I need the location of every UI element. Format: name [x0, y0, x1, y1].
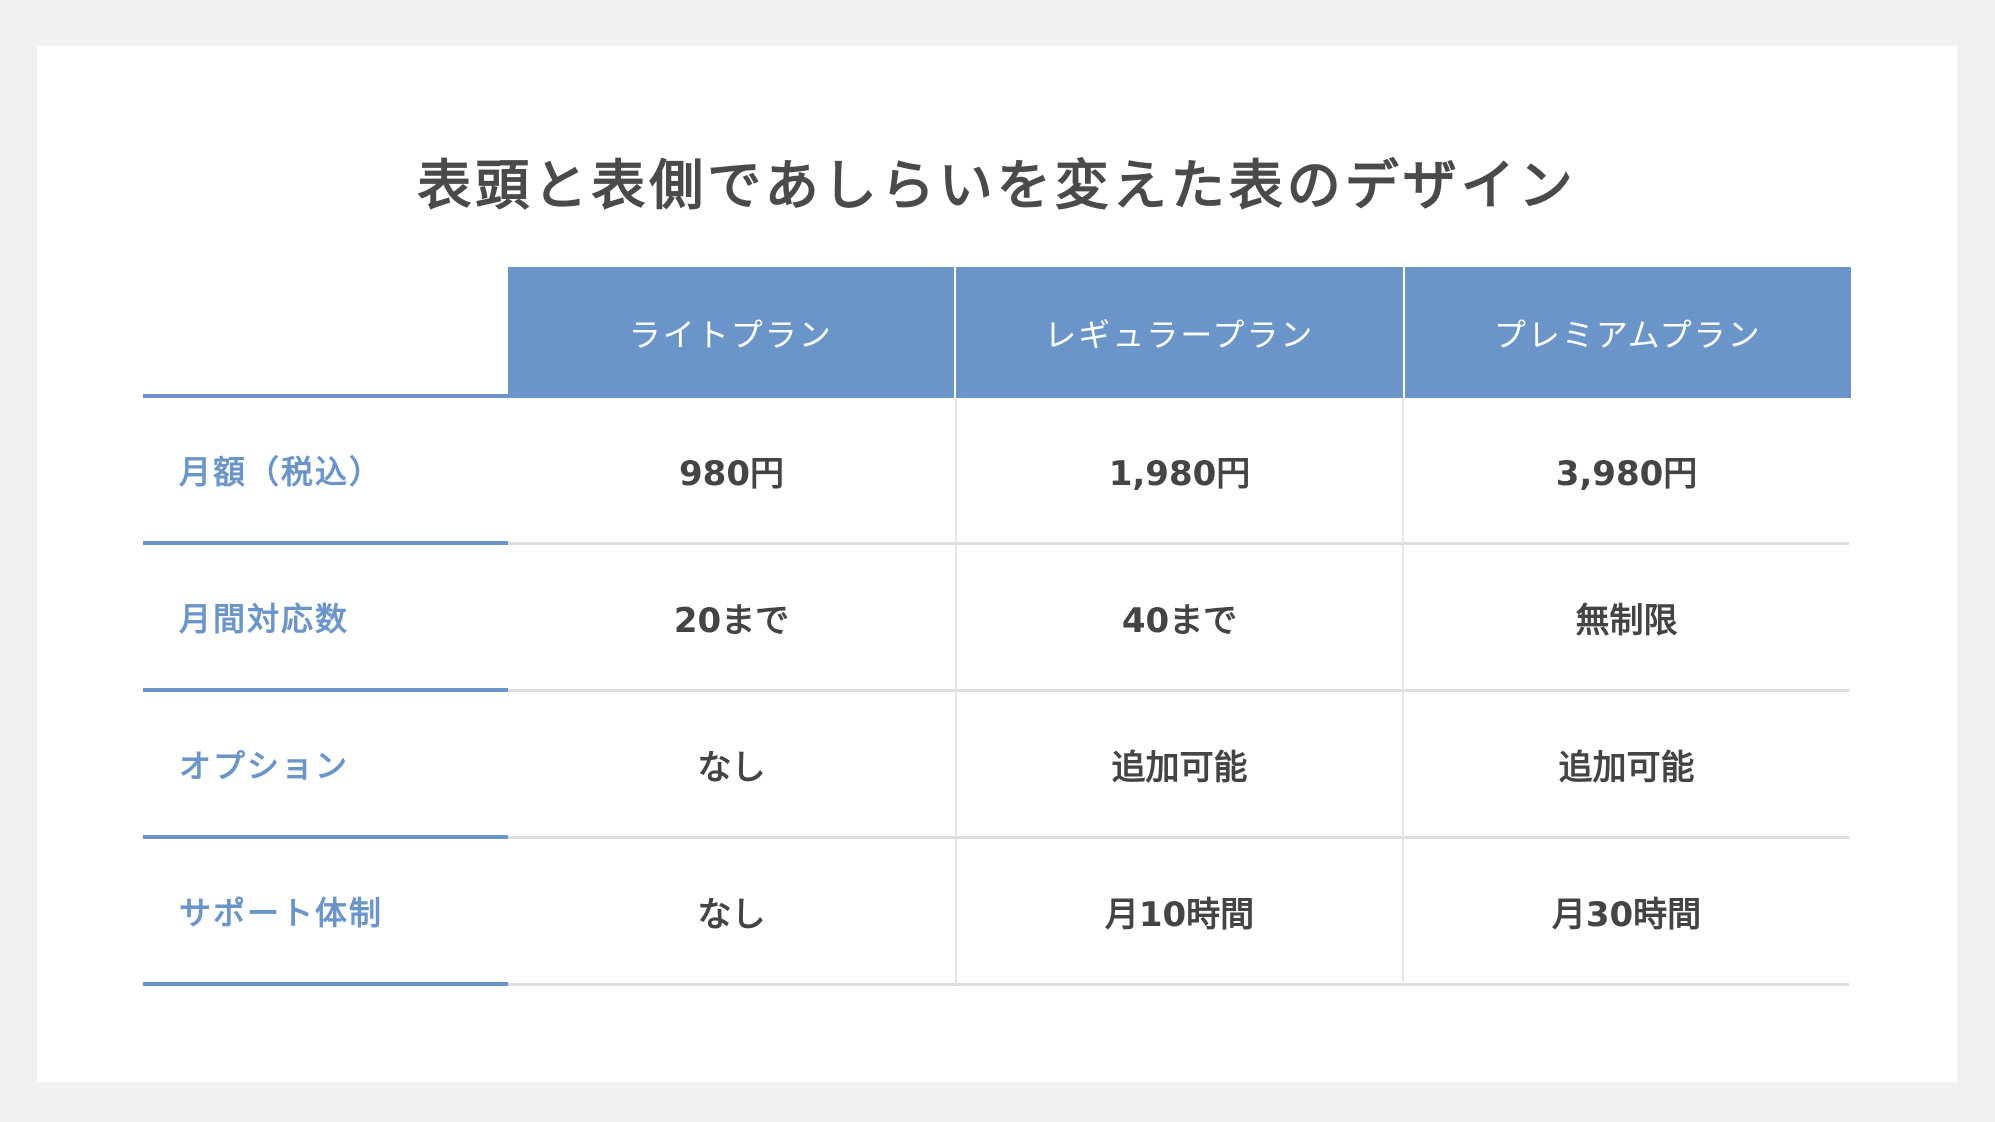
page-title: 表頭と表側であしらいを変えた表のデザイン	[417, 154, 1577, 217]
table-cell: 追加可能	[955, 692, 1402, 839]
row-header: 月間対応数	[143, 545, 508, 692]
table-cell: 980円	[508, 398, 955, 545]
table-header-row: ライトプラン レギュラープラン プレミアムプラン	[143, 267, 1851, 398]
content-card: 表頭と表側であしらいを変えた表のデザイン ライトプラン レギュラープラン プレミ…	[37, 46, 1957, 1082]
table-cell: 追加可能	[1402, 692, 1849, 839]
table-cell: 1,980円	[955, 398, 1402, 545]
table-cell: なし	[508, 692, 955, 839]
table-row-options: オプション なし 追加可能 追加可能	[143, 692, 1851, 839]
table-cell: 40まで	[955, 545, 1402, 692]
row-header: オプション	[143, 692, 508, 839]
table-cell: 無制限	[1402, 545, 1849, 692]
row-header: 月額（税込）	[143, 398, 508, 545]
column-header-regular-plan: レギュラープラン	[954, 267, 1403, 398]
header-corner-cell	[143, 267, 508, 398]
table-row-support: サポート体制 なし 月10時間 月30時間	[143, 839, 1851, 986]
table-cell: 20まで	[508, 545, 955, 692]
table-cell: 月30時間	[1402, 839, 1849, 986]
column-header-light-plan: ライトプラン	[507, 267, 955, 398]
column-header-premium-plan: プレミアムプラン	[1402, 267, 1851, 398]
table-cell: なし	[508, 839, 955, 986]
table-row-monthly-fee: 月額（税込） 980円 1,980円 3,980円	[143, 398, 1851, 545]
table-cell: 3,980円	[1402, 398, 1849, 545]
row-header: サポート体制	[143, 839, 508, 986]
table-row-monthly-capacity: 月間対応数 20まで 40まで 無制限	[143, 545, 1851, 692]
table-cell: 月10時間	[955, 839, 1402, 986]
plan-comparison-table: ライトプラン レギュラープラン プレミアムプラン 月額（税込） 980円 1,9…	[143, 267, 1851, 986]
